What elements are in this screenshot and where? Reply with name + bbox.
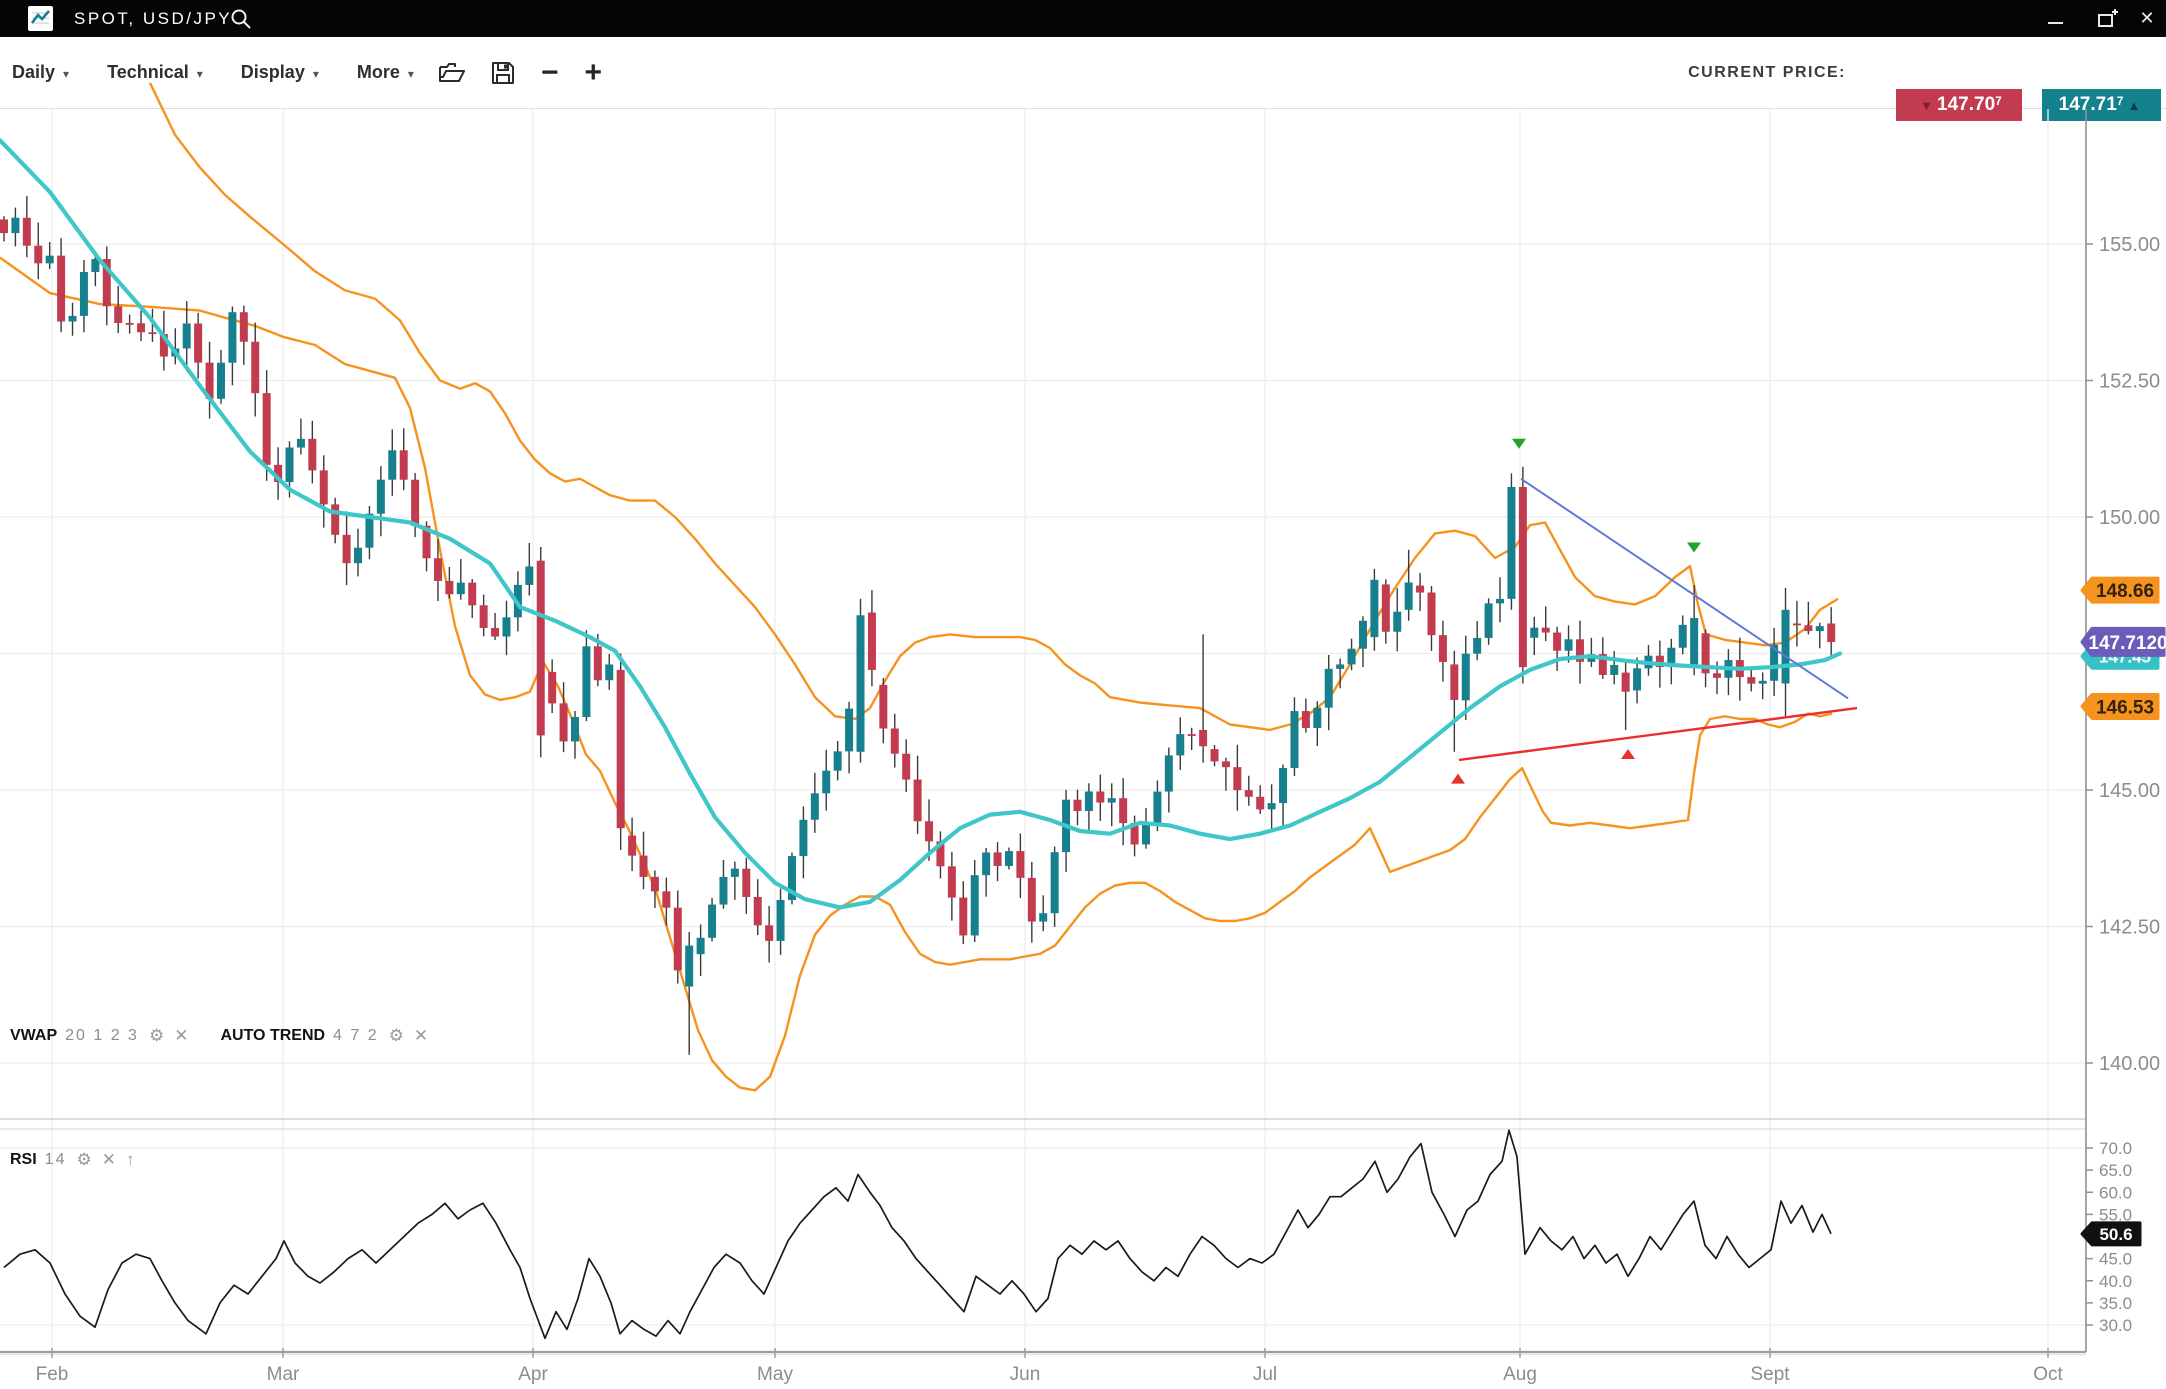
auto-trend-params: 4 7 2 bbox=[333, 1027, 379, 1045]
grid-lines bbox=[0, 109, 2086, 1348]
svg-text:145.00: 145.00 bbox=[2099, 780, 2160, 802]
svg-text:150.00: 150.00 bbox=[2099, 507, 2160, 529]
svg-text:147.7120: 147.7120 bbox=[2088, 633, 2166, 654]
auto-trend-support bbox=[1459, 708, 1857, 760]
svg-text:30.0: 30.0 bbox=[2099, 1316, 2132, 1335]
svg-text:Jul: Jul bbox=[1253, 1364, 1277, 1385]
svg-text:140.00: 140.00 bbox=[2099, 1053, 2160, 1075]
svg-text:Apr: Apr bbox=[518, 1364, 548, 1385]
svg-text:155.00: 155.00 bbox=[2099, 234, 2160, 256]
remove-indicator-icon[interactable]: ✕ bbox=[174, 1026, 188, 1046]
indicator-labels-rsi: RSI 14 ⚙ ✕ ↑ bbox=[10, 1150, 144, 1170]
vwap-label: VWAP bbox=[10, 1027, 57, 1045]
remove-indicator-icon[interactable]: ✕ bbox=[102, 1150, 116, 1170]
svg-text:152.50: 152.50 bbox=[2099, 371, 2160, 393]
svg-text:Jun: Jun bbox=[1010, 1364, 1041, 1385]
svg-text:Feb: Feb bbox=[36, 1364, 69, 1385]
rsi-params: 14 bbox=[45, 1151, 67, 1169]
vwap-params: 20 1 2 3 bbox=[65, 1027, 139, 1045]
move-pane-up-icon[interactable]: ↑ bbox=[126, 1150, 135, 1170]
svg-text:Aug: Aug bbox=[1503, 1364, 1537, 1385]
chart-canvas[interactable]: 155.00 152.50 150.00 145.00 142.50 140.00 70.0… bbox=[0, 0, 2166, 1389]
svg-text:Sept: Sept bbox=[1750, 1364, 1790, 1385]
rsi-label: RSI bbox=[10, 1151, 37, 1169]
svg-text:May: May bbox=[757, 1364, 793, 1385]
svg-text:40.0: 40.0 bbox=[2099, 1272, 2132, 1291]
gear-icon[interactable]: ⚙ bbox=[76, 1150, 91, 1170]
svg-text:65.0: 65.0 bbox=[2099, 1161, 2132, 1180]
svg-text:60.0: 60.0 bbox=[2099, 1183, 2132, 1202]
svg-text:148.66: 148.66 bbox=[2096, 581, 2154, 602]
remove-indicator-icon[interactable]: ✕ bbox=[414, 1026, 428, 1046]
svg-text:35.0: 35.0 bbox=[2099, 1294, 2132, 1313]
bollinger-bands bbox=[0, 83, 1838, 1090]
indicator-labels-main: VWAP 20 1 2 3 ⚙ ✕ AUTO TREND 4 7 2 ⚙ ✕ bbox=[10, 1026, 438, 1046]
rsi-line bbox=[4, 1130, 1831, 1338]
gear-icon[interactable]: ⚙ bbox=[149, 1026, 164, 1046]
svg-text:45.0: 45.0 bbox=[2099, 1250, 2132, 1269]
svg-text:Mar: Mar bbox=[267, 1364, 300, 1385]
time-axis[interactable]: Feb Mar Apr May Jun Jul Aug Sept Oct bbox=[36, 1348, 2064, 1385]
pane-frame bbox=[0, 109, 2086, 1355]
auto-trend-label: AUTO TREND bbox=[220, 1027, 325, 1045]
svg-text:70.0: 70.0 bbox=[2099, 1139, 2132, 1158]
gear-icon[interactable]: ⚙ bbox=[389, 1026, 404, 1046]
svg-text:Oct: Oct bbox=[2033, 1364, 2063, 1385]
svg-text:50.6: 50.6 bbox=[2099, 1225, 2132, 1244]
svg-text:142.50: 142.50 bbox=[2099, 917, 2160, 939]
svg-text:146.53: 146.53 bbox=[2096, 697, 2154, 718]
